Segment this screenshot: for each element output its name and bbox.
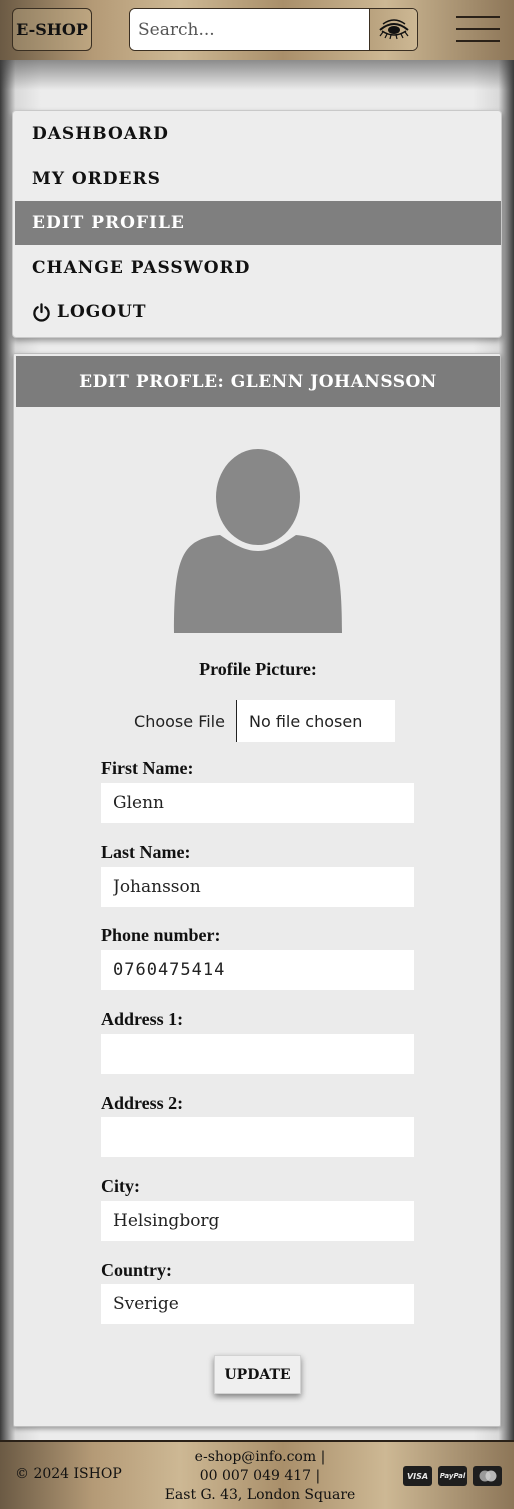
email-link[interactable]: e-shop@info.com <box>195 1449 316 1465</box>
last-name-label: Last Name: <box>101 842 191 862</box>
menu-item-edit-profile[interactable]: EDIT PROFILE <box>15 201 501 245</box>
profile-picture-label: Profile Picture: <box>199 659 317 679</box>
update-button[interactable]: UPDATE <box>214 1355 301 1394</box>
address2-label: Address 2: <box>101 1093 184 1113</box>
power-icon <box>32 302 51 322</box>
search-button[interactable] <box>369 9 417 50</box>
search-bar <box>129 8 418 51</box>
phone-field[interactable] <box>101 950 414 990</box>
menu-item-logout[interactable]: LOGOUT <box>15 290 501 334</box>
file-upload: Choose File No file chosen <box>123 700 395 742</box>
copyright-text: © 2024 ISHOP <box>15 1466 122 1482</box>
file-status-text: No file chosen <box>237 700 395 742</box>
phone-text: 00 007 049 417 <box>199 1468 312 1484</box>
menu-item-dashboard[interactable]: DASHBOARD <box>15 112 501 156</box>
last-name-field[interactable] <box>101 867 414 907</box>
top-navbar: E-SHOP <box>0 0 514 60</box>
hamburger-line <box>456 28 500 30</box>
eye-icon <box>378 18 409 39</box>
avatar-placeholder-icon <box>174 449 342 633</box>
hamburger-line <box>456 40 500 42</box>
menu-item-label: EDIT PROFILE <box>32 213 185 233</box>
separator: | <box>320 1449 326 1465</box>
contact-info: e-shop@info.com | 00 007 049 417 | East … <box>150 1448 370 1505</box>
paypal-icon: PayPal <box>438 1466 467 1486</box>
country-field[interactable] <box>101 1284 414 1324</box>
first-name-field[interactable] <box>101 783 414 823</box>
address-text: East G. 43, London Square <box>164 1487 356 1503</box>
footer: © 2024 ISHOP e-shop@info.com | 00 007 04… <box>0 1440 514 1509</box>
payment-cards: VISA PayPal <box>403 1466 502 1486</box>
address2-field[interactable] <box>101 1117 414 1157</box>
menu-item-label: DASHBOARD <box>32 124 169 144</box>
visa-icon: VISA <box>403 1466 432 1486</box>
menu-item-label: MY ORDERS <box>32 169 161 189</box>
address1-label: Address 1: <box>101 1009 184 1029</box>
city-field[interactable] <box>101 1201 414 1241</box>
menu-item-my-orders[interactable]: MY ORDERS <box>15 157 501 201</box>
search-input[interactable] <box>130 9 369 50</box>
first-name-label: First Name: <box>101 758 194 778</box>
edit-profile-panel: EDIT PROFLE: GLENN JOHANSSON Profile Pic… <box>13 353 501 1427</box>
menu-item-label: LOGOUT <box>57 302 147 322</box>
menu-item-change-password[interactable]: CHANGE PASSWORD <box>15 246 501 290</box>
menu-item-label: CHANGE PASSWORD <box>32 258 251 278</box>
account-menu: DASHBOARD MY ORDERS EDIT PROFILE CHANGE … <box>12 110 502 338</box>
city-label: City: <box>101 1176 140 1196</box>
panel-title: EDIT PROFLE: GLENN JOHANSSON <box>16 356 500 407</box>
country-label: Country: <box>101 1260 172 1280</box>
hamburger-menu-icon[interactable] <box>456 16 500 42</box>
mastercard-icon <box>473 1466 502 1486</box>
phone-label: Phone number: <box>101 925 221 945</box>
choose-file-button[interactable]: Choose File <box>123 700 237 742</box>
hamburger-line <box>456 16 500 18</box>
separator: | <box>315 1468 321 1484</box>
address1-field[interactable] <box>101 1034 414 1074</box>
shop-logo[interactable]: E-SHOP <box>12 8 92 51</box>
